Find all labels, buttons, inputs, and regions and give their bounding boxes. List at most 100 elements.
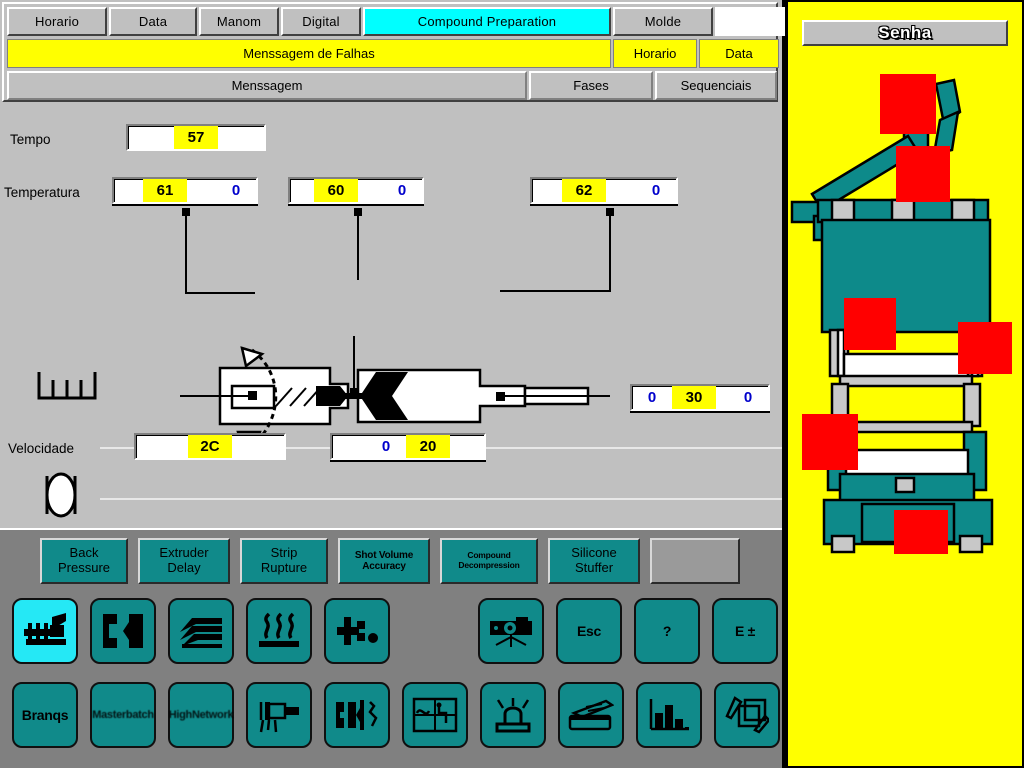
icon-button-label: HighNetwork [169,709,234,721]
heater-icon[interactable] [246,598,312,664]
tab-manom[interactable]: Manom [199,7,279,36]
field-segment[interactable] [332,435,366,458]
tempo-field[interactable]: 57 [126,124,266,151]
button-label-line: Silicone [571,546,617,561]
field-segment[interactable]: 2C [188,435,232,458]
edit-value-button[interactable]: E ± [712,598,778,664]
field-segment[interactable]: 0 [632,386,672,409]
field-segment[interactable]: 62 [562,179,606,202]
field-segment[interactable]: 0 [216,179,256,202]
strip-rupture-button[interactable]: StripRupture [240,538,328,584]
field-segment[interactable] [716,386,728,409]
tab-data[interactable]: Data [109,7,197,36]
button-label-line: Stuffer [575,561,613,576]
pressure-underline [630,411,770,413]
sensor-nub-1 [182,208,190,216]
field-segment[interactable] [232,435,284,458]
field-segment[interactable] [606,179,636,202]
button-label-line: Strip [271,546,298,561]
field-segment[interactable]: 30 [672,386,716,409]
fault-cell-data[interactable]: Data [699,39,779,68]
highnetwork-button[interactable]: HighNetwork [168,682,234,748]
pressure-field[interactable]: 0300 [630,384,770,411]
alarm-beacon-icon[interactable] [480,682,546,748]
camera-monitor-icon[interactable] [478,598,544,664]
field-segment[interactable]: 60 [314,179,358,202]
back-pressure-button[interactable]: BackPressure [40,538,128,584]
velocidade-label: Velocidade [8,441,74,456]
branqs-button[interactable]: Branqs [12,682,78,748]
field-segment[interactable] [532,179,562,202]
field-segment[interactable]: 0 [728,386,768,409]
temperatura-label: Temperatura [4,185,80,200]
fault-cell-horario[interactable]: Horario [613,39,697,68]
press-machine-graphic [788,54,1022,554]
sensor-leader-2 [357,208,359,280]
icon-toolbar: Esc? E ± Branqs Masterbatch HighNetwork [0,590,782,768]
help-button[interactable]: ? [634,598,700,664]
icon-button-label: Esc [577,623,601,639]
escape-button[interactable]: Esc [556,598,622,664]
sensor-nub-2 [354,208,362,216]
compound-decompression-button[interactable]: CompoundDecompression [440,538,538,584]
sensor-leader-3b [500,290,611,292]
field-segment[interactable]: 57 [174,126,218,149]
message-cell-menssagem[interactable]: Menssagem [7,71,527,100]
senha-button[interactable]: Senha [802,20,1008,46]
tab-molde[interactable]: Molde [613,7,713,36]
tab-horario[interactable]: Horario [7,7,107,36]
masterbatch-button[interactable]: Masterbatch [90,682,156,748]
empty-button[interactable] [650,538,740,584]
comb-gauge-icon [36,370,98,407]
field-segment[interactable] [290,179,314,202]
nozzle-icon[interactable] [246,682,312,748]
injection-unit-icon[interactable] [12,598,78,664]
field-segment[interactable] [114,179,143,202]
button-label-line: Extruder [159,546,208,561]
hmi-screen: HorarioDataManomDigitalCompound Preparat… [0,0,1024,768]
field-segment[interactable]: 20 [406,435,450,458]
field-segment[interactable]: 0 [382,179,422,202]
process-schematic-icon[interactable] [402,682,468,748]
sensor-leader-1 [185,208,187,294]
tab-blank [715,7,785,36]
field-segment[interactable] [358,179,382,202]
shot-volume-accuracy-button[interactable]: Shot VolumeAccuracy [338,538,430,584]
sensor-nub-3 [606,208,614,216]
silicone-stuffer-button[interactable]: SiliconeStuffer [548,538,640,584]
button-label-line: Rupture [261,561,307,576]
temperatura-field-1[interactable]: 61 0 [112,177,258,204]
bar-chart-icon[interactable] [636,682,702,748]
button-label-line: Back [70,546,99,561]
icon-button-label: E ± [735,623,755,639]
status-panel: Senha [786,0,1024,768]
field-segment[interactable]: 61 [143,179,187,202]
message-cell-fases[interactable]: Fases [529,71,653,100]
temperatura-field-3[interactable]: 62 0 [530,177,678,204]
field-segment[interactable] [136,435,188,458]
printer-icon[interactable] [558,682,624,748]
copy-edit-icon[interactable] [714,682,780,748]
field-segment[interactable] [128,126,174,149]
tab-digital[interactable]: Digital [281,7,361,36]
velocidade-field-2[interactable]: 020 [330,433,486,460]
mold-clamp-icon[interactable] [90,598,156,664]
field-segment[interactable]: 0 [366,435,406,458]
sensor-leader-1b [185,292,255,294]
screw-barrel-icon[interactable] [168,598,234,664]
field-segment[interactable] [218,126,264,149]
fault-cell-menssagem-de-falhas[interactable]: Menssagem de Falhas [7,39,611,68]
extruder-delay-button[interactable]: ExtruderDelay [138,538,230,584]
mold-setup-icon[interactable] [324,682,390,748]
field-segment[interactable] [450,435,484,458]
roller-rule [100,498,782,500]
ejector-icon[interactable] [324,598,390,664]
field-segment[interactable] [187,179,216,202]
field-segment[interactable]: 0 [636,179,676,202]
temperatura-field-2[interactable]: 60 0 [288,177,424,204]
tab-compound-preparation[interactable]: Compound Preparation [363,7,611,36]
temperatura-underline-3 [530,204,678,206]
velocidade-field-1[interactable]: 2C [134,433,286,460]
icon-button-label: Branqs [22,707,68,723]
message-cell-sequenciais[interactable]: Sequenciais [655,71,777,100]
